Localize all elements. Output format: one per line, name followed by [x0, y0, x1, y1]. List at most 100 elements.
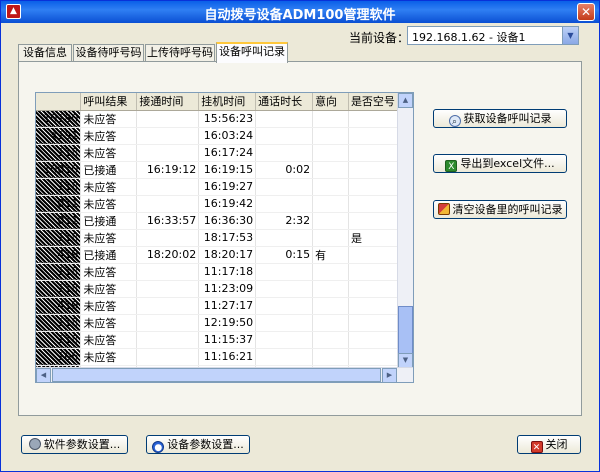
window-close-button[interactable]: ✕: [577, 3, 595, 21]
table-row[interactable]: 106 未应答 11:16:21: [36, 348, 399, 366]
column-header-connect-time[interactable]: 接通时间: [136, 93, 200, 111]
cell-hangup-time: 11:19:57: [199, 382, 256, 383]
scrollbar-thumb[interactable]: [398, 306, 413, 354]
cell-empty-number: [348, 280, 399, 298]
cell-result: 未应答: [80, 280, 138, 298]
vertical-scrollbar[interactable]: ▲ ▼: [397, 93, 413, 369]
table-row[interactable]: 4191 未应答 16:03:24: [36, 127, 399, 145]
cell-number: 419: [36, 246, 82, 264]
cell-empty-number: [348, 161, 399, 179]
column-header-intent[interactable]: 意向: [312, 93, 349, 111]
tab-upload-pending-numbers[interactable]: 上传待呼号码: [145, 44, 215, 62]
cell-hangup-time: 16:36:30: [198, 212, 257, 230]
cell-hangup-time: 11:15:37: [198, 331, 257, 349]
cell-result: 已接通: [81, 382, 137, 383]
tab-device-call-records[interactable]: 设备呼叫记录: [216, 42, 288, 63]
cell-result: 未应答: [80, 348, 138, 366]
table-row[interactable]: 011 已接通 16:33:57 16:36:30 2:32: [36, 212, 399, 230]
cell-connect-time: [136, 178, 200, 196]
cell-result: 已接通: [80, 212, 138, 230]
tab-device-info[interactable]: 设备信息: [18, 44, 72, 62]
cell-duration: [255, 263, 314, 281]
title-bar: ▲ 自动拨号设备ADM100管理软件 ✕: [1, 1, 599, 23]
fetch-call-records-label: 获取设备呼叫记录: [463, 112, 552, 125]
column-header-duration[interactable]: 通话时长: [255, 93, 314, 111]
cell-connect-time: [136, 263, 200, 281]
close-button[interactable]: ✕ 关闭: [517, 435, 581, 454]
cell-duration: 0:20: [256, 382, 313, 383]
cell-hangup-time: 16:17:24: [198, 144, 257, 162]
cell-hangup-time: 15:56:23: [198, 110, 257, 128]
cell-empty-number: [348, 144, 399, 162]
column-header-empty-number[interactable]: 是否空号: [348, 93, 399, 111]
cell-duration: [255, 229, 314, 247]
cell-number: 011: [36, 195, 82, 213]
horizontal-scrollbar[interactable]: ◀ ▶: [36, 367, 413, 382]
cell-connect-time: [136, 314, 200, 332]
cell-number: 419: [36, 297, 82, 315]
cell-number: 10010: [36, 161, 82, 179]
cell-hangup-time: 18:17:53: [198, 229, 257, 247]
table-row[interactable]: 10010 已接通 16:19:12 16:19:15 0:02: [36, 161, 399, 179]
cell-empty-number: [348, 178, 399, 196]
software-settings-label: 软件参数设置...: [43, 438, 121, 451]
cell-intent: [312, 110, 349, 128]
table-row[interactable]: 101已接通11:19:3611:19:570:20: [36, 382, 398, 383]
cell-connect-time: 18:20:02: [136, 246, 200, 264]
call-records-grid[interactable]: 呼叫结果 接通时间 挂机时间 通话时长 意向 是否空号 10180 未应答 15:5…: [35, 92, 414, 383]
table-row[interactable]: 011 未应答 16:19:42: [36, 195, 399, 213]
table-row[interactable]: 118 未应答 16:19:27: [36, 178, 399, 196]
cell-intent: [312, 229, 349, 247]
chevron-down-icon[interactable]: ▼: [562, 27, 578, 44]
cell-hangup-time: 16:19:15: [198, 161, 257, 179]
device-select-value: 192.168.1.62 - 设备1: [412, 31, 526, 44]
cell-intent: [312, 127, 349, 145]
cell-empty-number: [348, 127, 399, 145]
cell-hangup-time: 11:16:21: [198, 348, 257, 366]
current-device-label: 当前设备：: [349, 31, 410, 45]
cell-number: 011: [36, 212, 82, 230]
close-label: 关闭: [545, 438, 568, 451]
table-row[interactable]: 118 未应答 12:19:50: [36, 314, 399, 332]
cell-result: 未应答: [80, 263, 138, 281]
column-header-result[interactable]: 呼叫结果: [80, 93, 138, 111]
table-row[interactable]: 10180 未应答 15:56:23: [36, 110, 399, 128]
clear-call-records-button[interactable]: 清空设备里的呼叫记录: [433, 200, 567, 219]
column-header-hangup-time[interactable]: 挂机时间: [198, 93, 257, 111]
table-row[interactable]: 419 已接通 18:20:02 18:20:17 0:15 有: [36, 246, 399, 264]
cell-intent: [313, 382, 349, 383]
window-title: 自动拨号设备ADM100管理软件: [204, 8, 396, 23]
table-row[interactable]: 118 未应答 11:15:37: [36, 331, 399, 349]
cell-intent: [312, 178, 349, 196]
horizontal-scrollbar-thumb[interactable]: [52, 368, 381, 382]
column-header-number[interactable]: [36, 93, 82, 111]
cell-intent: [312, 263, 349, 281]
cell-duration: [255, 331, 314, 349]
cell-hangup-time: 12:19:50: [198, 314, 257, 332]
cell-empty-number: [348, 263, 399, 281]
cell-number: 118: [36, 331, 82, 349]
export-excel-button[interactable]: X 导出到excel文件...: [433, 154, 567, 173]
table-row[interactable]: 118 未应答 11:17:18: [36, 263, 399, 281]
cell-intent: [312, 280, 349, 298]
device-settings-button[interactable]: ● 设备参数设置...: [146, 435, 250, 454]
fetch-call-records-button[interactable]: ⌕ 获取设备呼叫记录: [433, 109, 567, 128]
scroll-down-icon[interactable]: ▼: [398, 353, 413, 368]
cell-connect-time: [136, 195, 200, 213]
scroll-left-icon[interactable]: ◀: [36, 368, 51, 382]
cell-intent: [312, 314, 349, 332]
tab-device-pending-numbers[interactable]: 设备待呼号码: [73, 44, 144, 62]
cell-result: 未应答: [80, 314, 138, 332]
cell-result: 未应答: [80, 331, 138, 349]
table-row[interactable]: 419 未应答 11:27:17: [36, 297, 399, 315]
table-row[interactable]: 118 未应答 18:17:53 是: [36, 229, 399, 247]
cell-hangup-time: 16:19:42: [198, 195, 257, 213]
scroll-right-icon[interactable]: ▶: [382, 368, 397, 382]
cell-hangup-time: 11:27:17: [198, 297, 257, 315]
software-settings-button[interactable]: 软件参数设置...: [21, 435, 128, 454]
table-row[interactable]: 118 未应答 11:23:09: [36, 280, 399, 298]
cell-result: 已接通: [80, 161, 138, 179]
device-select[interactable]: 192.168.1.62 - 设备1 ▼: [407, 26, 579, 45]
scroll-up-icon[interactable]: ▲: [398, 93, 413, 108]
table-row[interactable]: 118 未应答 16:17:24: [36, 144, 399, 162]
